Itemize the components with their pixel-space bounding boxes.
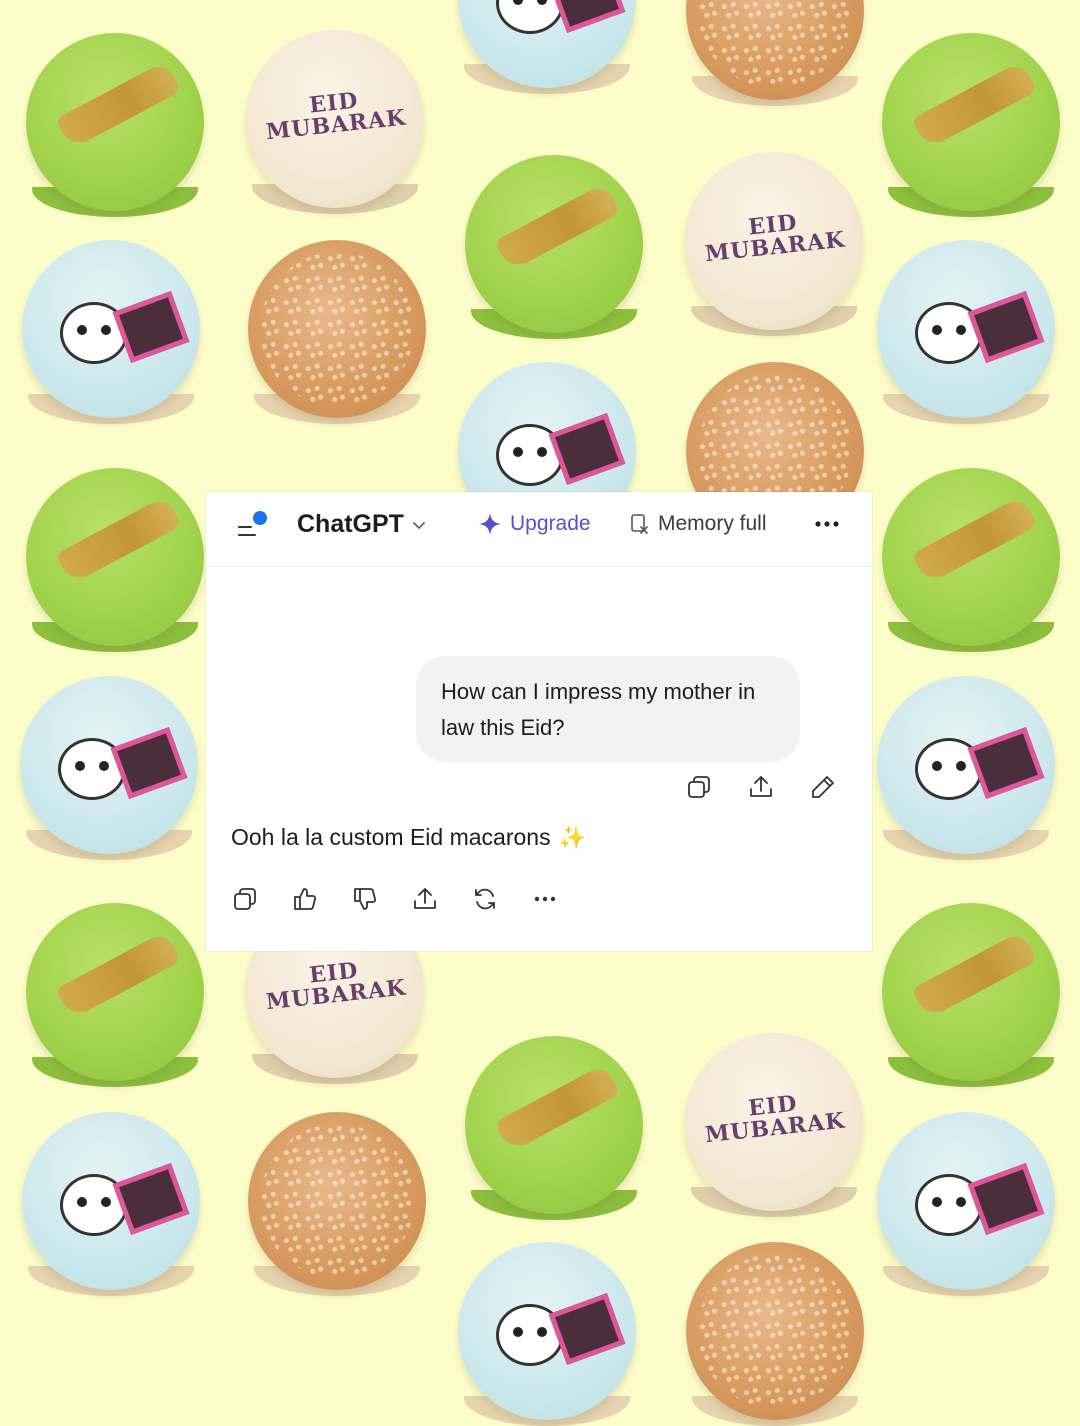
macaron-eid-mubarak: EID MUBARAK — [685, 1033, 863, 1217]
top-bar: ChatGPT Upgrade Memory full — [206, 492, 872, 567]
user-message-bubble: How can I impress my mother in law this … — [416, 656, 800, 762]
macaron-lamb — [458, 0, 636, 94]
memory-full-icon — [631, 514, 648, 534]
macaron-lamb — [458, 1242, 636, 1426]
share-icon[interactable] — [412, 886, 438, 912]
assistant-message: Ooh la la custom Eid macarons ✨ — [231, 824, 586, 851]
macaron-caramel — [686, 0, 864, 106]
macaron-green — [26, 903, 204, 1087]
more-horizontal-icon[interactable] — [812, 514, 842, 534]
more-horizontal-icon[interactable] — [532, 886, 558, 912]
upgrade-label: Upgrade — [510, 512, 591, 535]
copy-icon[interactable] — [686, 774, 712, 800]
sidebar-menu-icon[interactable] — [236, 508, 272, 544]
assistant-message-text: Ooh la la custom Eid macarons — [231, 824, 551, 850]
sparkles-emoji: ✨ — [558, 824, 586, 850]
macaron-green — [882, 33, 1060, 217]
chat-window: ChatGPT Upgrade Memory full How can I im… — [206, 492, 872, 951]
macaron-green — [26, 468, 204, 652]
thumbs-down-icon[interactable] — [352, 886, 378, 912]
macaron-caramel — [686, 1242, 864, 1426]
user-message-actions — [686, 774, 836, 800]
macaron-lamb — [22, 240, 200, 424]
assistant-message-actions — [232, 886, 558, 912]
share-icon[interactable] — [748, 774, 774, 800]
model-selector[interactable]: ChatGPT — [297, 510, 426, 539]
macaron-eid-mubarak: EID MUBARAK — [246, 30, 424, 214]
macaron-caramel — [248, 1112, 426, 1296]
macaron-lamb — [20, 676, 198, 860]
copy-icon[interactable] — [232, 886, 258, 912]
macaron-lamb — [22, 1112, 200, 1296]
thumbs-up-icon[interactable] — [292, 886, 318, 912]
edit-icon[interactable] — [810, 774, 836, 800]
macaron-green — [26, 33, 204, 217]
macaron-caramel — [248, 240, 426, 424]
memory-full-label: Memory full — [658, 512, 767, 535]
model-name: ChatGPT — [297, 510, 404, 538]
macaron-lamb — [877, 1112, 1055, 1296]
sparkle-icon — [479, 513, 501, 535]
macaron-lamb — [877, 240, 1055, 424]
upgrade-button[interactable]: Upgrade — [478, 512, 591, 536]
chevron-down-icon — [413, 521, 425, 529]
notification-dot — [253, 511, 267, 525]
macaron-green — [882, 468, 1060, 652]
memory-status[interactable]: Memory full — [630, 512, 767, 536]
macaron-lamb — [877, 676, 1055, 860]
macaron-eid-mubarak: EID MUBARAK — [685, 152, 863, 336]
macaron-green — [465, 155, 643, 339]
regenerate-icon[interactable] — [472, 886, 498, 912]
macaron-green — [465, 1036, 643, 1220]
macaron-green — [882, 903, 1060, 1087]
